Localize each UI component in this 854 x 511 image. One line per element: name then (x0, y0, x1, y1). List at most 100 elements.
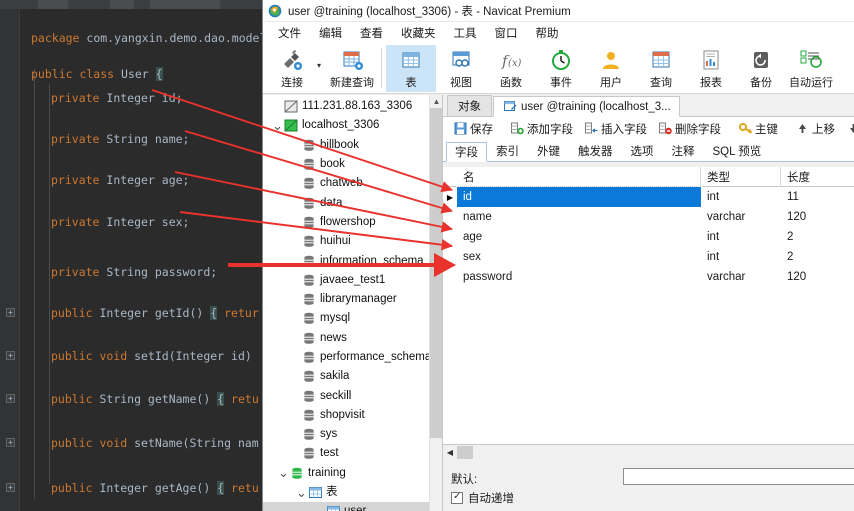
tree-item-javaee_test1[interactable]: javaee_test1 (263, 271, 442, 290)
designer-tab-索引[interactable]: 索引 (487, 141, 528, 161)
tree-item-book[interactable]: book (263, 155, 442, 174)
menu-item-查看[interactable]: 查看 (351, 23, 392, 43)
designer-button-下移[interactable]: 下移 (841, 119, 854, 139)
code-fold-icon[interactable]: + (6, 483, 15, 492)
tree-item-seckill[interactable]: seckill (263, 386, 442, 405)
field-cell-type[interactable]: varchar (701, 267, 781, 287)
toolbar-button-用户[interactable]: 用户 (586, 45, 636, 92)
grid-column-header-类型[interactable]: 类型 (701, 167, 781, 187)
field-cell-length[interactable]: 120 (781, 207, 854, 227)
code-fold-icon[interactable]: + (6, 308, 15, 317)
tree-item-information_schema[interactable]: information_schema (263, 251, 442, 270)
field-row[interactable]: ▶ id int 11 (443, 186, 854, 208)
code-fold-icon[interactable]: + (6, 351, 15, 360)
field-cell-length[interactable]: 2 (781, 227, 854, 247)
code-fold-icon[interactable]: + (6, 438, 15, 447)
toolbar-button-备份[interactable]: 备份 (736, 45, 786, 92)
field-grid-body[interactable]: ▶ id int 11 name varchar 120 age int 2 sex int 2 pass… (443, 186, 854, 287)
tree-item-billbook[interactable]: billbook (263, 136, 442, 155)
tree-scrollbar[interactable]: ▲ (429, 95, 442, 511)
tree-item-mysql[interactable]: mysql (263, 309, 442, 328)
toolbar-button-函数[interactable]: f (x) 函数 (486, 45, 536, 92)
designer-tab-字段[interactable]: 字段 (446, 142, 487, 162)
field-row[interactable]: age int 2 (443, 227, 854, 247)
field-cell-name[interactable]: sex (457, 247, 701, 267)
field-cell-length[interactable]: 2 (781, 247, 854, 267)
tree-item-librarymanager[interactable]: librarymanager (263, 290, 442, 309)
grid-horizontal-scrollbar[interactable]: ◀ (443, 445, 854, 460)
designer-tab-选项[interactable]: 选项 (622, 141, 663, 161)
toolbar-button-查询[interactable]: 查询 (636, 45, 686, 92)
toolbar-button-表[interactable]: 表 (386, 45, 436, 92)
field-cell-name[interactable]: age (457, 227, 701, 247)
designer-button-插入字段[interactable]: 插入字段 (579, 119, 653, 139)
tree-item-user[interactable]: user (263, 502, 442, 511)
field-row[interactable]: name varchar 120 (443, 207, 854, 227)
checkbox-自动递增[interactable] (451, 491, 463, 504)
chevron-down-icon[interactable]: ▾ (317, 61, 327, 70)
field-cell-length[interactable]: 120 (781, 267, 854, 287)
designer-button-上移[interactable]: 上移 (790, 119, 841, 139)
tree-expander-icon[interactable]: ⌄ (295, 486, 308, 499)
tree-item-表[interactable]: ⌄ 表 (263, 483, 442, 502)
tree-item-sakila[interactable]: sakila (263, 367, 442, 386)
designer-tab-注释[interactable]: 注释 (663, 141, 704, 161)
field-cell-type[interactable]: int (701, 247, 781, 267)
field-cell-name[interactable]: id (456, 186, 702, 208)
code-fold-icon[interactable]: + (6, 394, 15, 403)
tree-item-111.231.88.163_3306[interactable]: 111.231.88.163_3306 (263, 97, 442, 116)
tree-item-huihui[interactable]: huihui (263, 232, 442, 251)
menu-item-帮助[interactable]: 帮助 (527, 23, 568, 43)
tree-item-chatweb[interactable]: chatweb (263, 174, 442, 193)
field-row[interactable]: password varchar 120 (443, 267, 854, 287)
tree-item-localhost_3306[interactable]: ⌄ localhost_3306 (263, 116, 442, 135)
field-grid[interactable]: 名类型 长度 ▶ id int 11 name varchar 120 age int 2 sex in… (443, 167, 854, 445)
designer-button-主键[interactable]: 主键 (733, 119, 784, 139)
toolbar-button-视图[interactable]: 视图 (436, 45, 486, 92)
tree-item-news[interactable]: news (263, 329, 442, 348)
default-value-input[interactable] (623, 468, 854, 485)
menu-item-编辑[interactable]: 编辑 (310, 23, 351, 43)
object-tab-table-designer[interactable]: user @training (localhost_3... (493, 96, 680, 117)
toolbar-button-自动运行[interactable]: 自动运行 (786, 45, 836, 92)
toolbar-button-连接[interactable]: 连接 (267, 45, 317, 92)
hscroll-thumb[interactable] (457, 446, 473, 459)
menu-item-窗口[interactable]: 窗口 (486, 23, 527, 43)
designer-button-删除字段[interactable]: 删除字段 (653, 119, 727, 139)
tree-item-training[interactable]: ⌄ training (263, 464, 442, 483)
toolbar-button-事件[interactable]: 事件 (536, 45, 586, 92)
toolbar-button-新建查询[interactable]: 新建查询 (327, 45, 377, 92)
tree-item-sys[interactable]: sys (263, 425, 442, 444)
tree-item-test[interactable]: test (263, 444, 442, 463)
tree-item-flowershop[interactable]: flowershop (263, 213, 442, 232)
scroll-thumb[interactable] (430, 108, 442, 438)
menu-item-工具[interactable]: 工具 (445, 23, 486, 43)
field-cell-length[interactable]: 11 (781, 187, 854, 207)
tree-expander-icon[interactable]: ⌄ (277, 466, 290, 479)
checkbox-row-自动递增[interactable]: 自动递增 (451, 488, 854, 508)
menu-item-收藏夹[interactable]: 收藏夹 (392, 23, 445, 43)
tree-item-shopvisit[interactable]: shopvisit (263, 406, 442, 425)
designer-tab-SQL 预览[interactable]: SQL 预览 (704, 141, 771, 161)
tree-item-performance_schema[interactable]: performance_schema (263, 348, 442, 367)
field-cell-type[interactable]: varchar (701, 207, 781, 227)
scroll-left-arrow[interactable]: ◀ (443, 448, 457, 457)
designer-tab-触发器[interactable]: 触发器 (569, 141, 622, 161)
object-tab-objects[interactable]: 对象 (447, 95, 492, 116)
field-cell-type[interactable]: int (701, 227, 781, 247)
designer-button-添加字段[interactable]: 添加字段 (505, 119, 579, 139)
tree-item-data[interactable]: data (263, 193, 442, 212)
designer-tab-外键[interactable]: 外键 (528, 141, 569, 161)
grid-column-header-长度[interactable]: 长度 (781, 167, 854, 187)
field-cell-name[interactable]: password (457, 267, 701, 287)
field-row[interactable]: sex int 2 (443, 247, 854, 267)
menu-item-文件[interactable]: 文件 (269, 23, 310, 43)
field-cell-type[interactable]: int (701, 187, 781, 207)
designer-button-保存[interactable]: 保存 (448, 119, 499, 139)
toolbar-button-报表[interactable]: 报表 (686, 45, 736, 92)
grid-column-header-名[interactable]: 名 (457, 167, 701, 187)
editor-code-area[interactable]: package com.yangxin.demo.dao.model public… (23, 9, 265, 511)
tree-expander-icon[interactable]: ⌄ (271, 119, 284, 132)
scroll-up-arrow[interactable]: ▲ (430, 95, 442, 108)
field-cell-name[interactable]: name (457, 207, 701, 227)
